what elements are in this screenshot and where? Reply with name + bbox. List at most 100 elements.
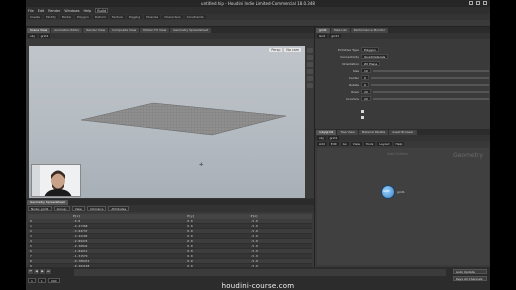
parameter-label: Orientation [342,61,359,66]
parameter-row: Center 0 [319,75,489,80]
shelf-tab[interactable]: Constraints [184,14,206,20]
menu-edit[interactable]: Edit [38,9,45,13]
parameter-value-field[interactable]: Quadrilaterals [361,54,389,59]
parameter-slider[interactable] [372,90,489,93]
display-option-icon[interactable] [306,69,313,74]
menu-go[interactable]: Go [340,141,349,147]
menu-add[interactable]: Add [317,141,327,147]
play-back-button[interactable]: ◀ [34,269,39,274]
group-field[interactable]: Group: [53,206,70,211]
path-obj[interactable]: obj [28,33,37,39]
parameter-value-field[interactable]: 20 [361,89,371,94]
parameter-row: Rows 20 [319,89,489,94]
display-option-icon[interactable] [306,55,313,60]
parameter-slider[interactable] [372,97,489,100]
parameter-row: Columns 20 [319,96,489,101]
path-obj[interactable]: obj [317,135,326,141]
viewport-toolbar[interactable] [26,39,314,46]
camera-menu[interactable]: No cam [284,48,301,52]
shelf-tab[interactable]: Polygon [74,14,91,20]
menu-view[interactable]: View [350,141,362,147]
shelf-tab[interactable]: Texture [109,14,125,20]
menu-edit[interactable]: Edit [328,141,339,147]
shelf-tab[interactable]: Modify [43,14,58,20]
path-grid1[interactable]: grid1 [327,135,340,141]
tab-material-palette[interactable]: Material Palette [358,130,389,135]
parameter-value-field[interactable]: ZX Plane [361,61,381,66]
parameters-pane: grid1 Take List Performance Monitor Grid… [314,27,490,129]
tab-render-view[interactable]: Render View [83,28,109,33]
close-icon[interactable] [483,1,487,5]
geometry-spreadsheet-pane: Geometry Spreadsheet Node: grid1 Group: … [26,199,314,279]
view-menu[interactable]: View [71,206,85,211]
parameter-value-field[interactable]: Polygon [361,47,379,52]
menu-file[interactable]: File [28,9,34,13]
tab-tree-view[interactable]: Tree View [337,130,358,135]
menu-windows[interactable]: Windows [64,9,79,13]
tab-network[interactable]: /obj/grid1 [316,130,337,135]
shelf-tab[interactable]: Characters [162,14,183,20]
shelf-tab[interactable]: Rigging [126,14,143,20]
tab-asset-browser[interactable]: Asset Browser [389,130,417,135]
node-name-field[interactable]: grid1 [329,33,342,39]
shelf-tab[interactable]: Create [28,14,42,20]
tab-animation-editor[interactable]: Animation Editor [51,28,83,33]
3d-viewport[interactable]: Persp No cam ✛ [29,46,305,198]
tab-take-list[interactable]: Take List [330,28,350,33]
maximize-icon[interactable] [476,1,480,5]
parameter-label: Rows [351,89,359,94]
display-option-icon[interactable] [306,62,313,67]
tab-parameters[interactable]: grid1 [316,28,330,33]
jump-end-button[interactable]: ⏭ [46,269,51,274]
watermark-text: houdini-course.com [221,282,295,290]
parameter-value-field[interactable]: 20 [361,96,371,101]
edition-label: Indie Edition [387,152,409,156]
checkbox-icon[interactable] [361,110,364,113]
viewport-camera-menu[interactable]: Persp No cam [269,48,301,52]
minimize-icon[interactable] [469,1,473,5]
attributes-menu[interactable]: Attributes [108,206,130,211]
menu-help[interactable]: Help [83,9,91,13]
node-field[interactable]: Node: grid1 [28,206,52,211]
display-option-icon[interactable] [306,76,313,81]
parameter-slider[interactable] [370,83,489,86]
menu-help[interactable]: Help [393,141,405,147]
menu-render[interactable]: Render [48,9,60,13]
frame-ruler[interactable] [74,269,446,276]
intrinsics-menu[interactable]: Intrinsics [86,206,107,211]
tab-motion-fx-view[interactable]: Motion FX View [140,28,170,33]
shelf-tab[interactable]: Model [59,14,73,20]
path-grid1[interactable]: grid1 [38,33,51,39]
tab-geometry-spreadsheet[interactable]: Geometry Spreadsheet [170,28,212,33]
node-name-label[interactable]: grid1 [397,190,405,194]
parameter-slider[interactable] [372,69,489,72]
title-bar: untitled.hip - Houdini Indie Limited-Com… [26,0,490,7]
parameters-header: Grid grid1 [315,33,490,39]
right-letterbox [490,0,516,290]
menu-layout[interactable]: Layout [377,141,392,147]
shelf-tab[interactable]: Muscles [144,14,161,20]
parameter-toggle-row [319,115,489,120]
desktop-selector[interactable]: Build [95,8,109,13]
timeline-right-buttons: Auto Update Keys All Channels [453,269,487,281]
menu-tools[interactable]: Tools [363,141,376,147]
parameter-slider[interactable] [370,76,489,79]
checkbox-icon[interactable] [361,116,364,119]
play-button[interactable]: ▶ [40,269,45,274]
tab-scene-view[interactable]: Scene View [27,28,51,33]
tab-composite-view[interactable]: Composite View [109,28,140,33]
tab-performance-monitor[interactable]: Performance Monitor [350,28,389,33]
display-option-icon[interactable] [306,48,313,53]
parameter-value-field[interactable]: 0 [361,82,369,87]
persp-menu[interactable]: Persp [269,48,283,52]
houdini-window: untitled.hip - Houdini Indie Limited-Com… [26,0,490,290]
display-option-icon[interactable] [306,83,313,88]
shelf-tools[interactable] [26,20,490,27]
parameter-value-field[interactable]: 10 [361,68,371,73]
parameter-value-field[interactable]: 0 [361,75,369,80]
network-canvas[interactable]: Indie Edition Geometry GRID grid1 [317,148,489,265]
shelf-tab[interactable]: Deform [92,14,108,20]
jump-start-button[interactable]: ⏮ [28,269,33,274]
keys-channels-button[interactable]: Keys All Channels [453,276,487,281]
auto-update-button[interactable]: Auto Update [453,269,487,274]
